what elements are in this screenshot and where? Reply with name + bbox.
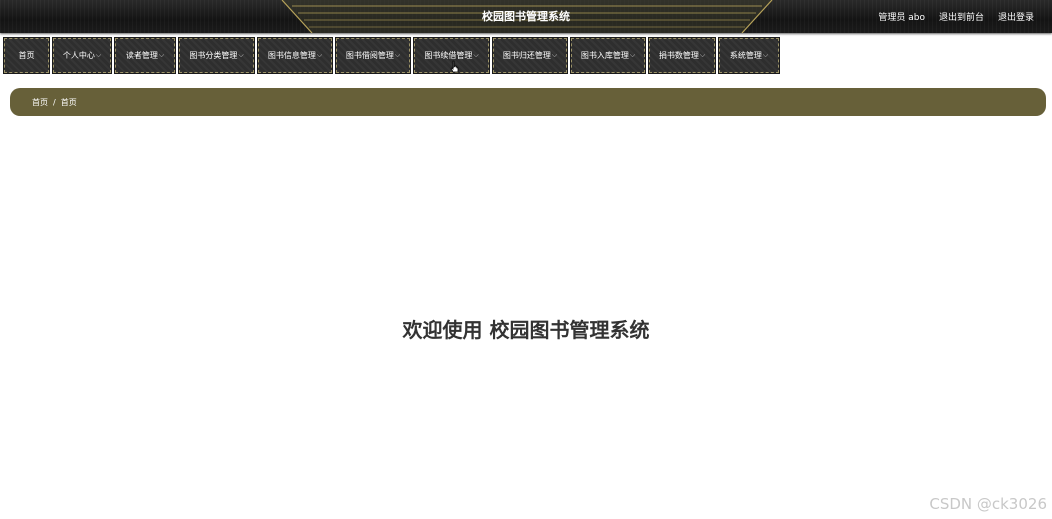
top-header: 校园图书管理系统 管理员 abo 退出到前台 退出登录 — [0, 0, 1052, 33]
nav-item-book-return[interactable]: 图书归还管理 ⌵ — [492, 37, 568, 74]
nav-item-system[interactable]: 系统管理 ⌵ — [718, 37, 780, 74]
chevron-down-icon: ⌵ — [95, 51, 102, 59]
header-actions: 管理员 abo 退出到前台 退出登录 — [878, 10, 1034, 23]
logout-link[interactable]: 退出登录 — [998, 10, 1034, 23]
breadcrumb: 首页 / 首页 — [10, 88, 1046, 116]
nav-item-book-borrow[interactable]: 图书借阅管理 ⌵ — [335, 37, 411, 74]
admin-label: 管理员 abo — [878, 13, 925, 23]
nav-item-book-info[interactable]: 图书信息管理 ⌵ — [257, 37, 333, 74]
nav-label: 捐书数管理 — [658, 51, 699, 60]
chevron-down-icon: ⌵ — [762, 51, 769, 59]
chevron-down-icon: ⌵ — [629, 51, 636, 59]
breadcrumb-separator: / — [53, 97, 56, 107]
nav-label: 个人中心 — [62, 51, 95, 60]
nav-label: 图书信息管理 — [267, 51, 316, 60]
nav-label: 图书归还管理 — [502, 51, 551, 60]
nav-label: 图书续借管理 — [424, 51, 473, 60]
nav-item-personal-center[interactable]: 个人中心 ⌵ — [52, 37, 112, 74]
breadcrumb-home[interactable]: 首页 — [32, 97, 48, 108]
nav-label: 图书分类管理 — [189, 51, 238, 60]
watermark: CSDN @ck3026 — [929, 495, 1047, 513]
chevron-down-icon: ⌵ — [699, 51, 706, 59]
nav-item-book-storage[interactable]: 图书入库管理 ⌵ — [570, 37, 646, 74]
nav-item-reader-management[interactable]: 读者管理 ⌵ — [114, 37, 176, 74]
nav-label: 系统管理 — [729, 51, 762, 60]
breadcrumb-current: 首页 — [60, 97, 77, 107]
nav-label: 图书借阅管理 — [345, 51, 394, 60]
chevron-down-icon: ⌵ — [394, 51, 401, 59]
chevron-down-icon: ⌵ — [238, 51, 244, 59]
chevron-down-icon: ⌵ — [316, 51, 323, 59]
nav-item-donation[interactable]: 捐书数管理 ⌵ — [648, 37, 716, 74]
exit-to-front-link[interactable]: 退出到前台 — [939, 10, 984, 23]
main-nav: 首页 个人中心 ⌵ 读者管理 ⌵ 图书分类管理 ⌵ 图书信息管理 ⌵ 图书借阅管理 ⌵ 图… — [3, 37, 780, 74]
chevron-down-icon: ⌵ — [473, 51, 479, 59]
hand-cursor-icon — [450, 60, 459, 73]
chevron-down-icon: ⌵ — [551, 51, 558, 59]
welcome-heading: 欢迎使用 校园图书管理系统 — [402, 318, 650, 342]
nav-label: 读者管理 — [125, 51, 158, 60]
nav-label: 图书入库管理 — [580, 51, 629, 60]
chevron-down-icon: ⌵ — [158, 51, 165, 59]
nav-label: 首页 — [18, 51, 35, 60]
nav-item-home[interactable]: 首页 — [3, 37, 50, 74]
nav-item-book-category[interactable]: 图书分类管理 ⌵ — [178, 37, 255, 74]
